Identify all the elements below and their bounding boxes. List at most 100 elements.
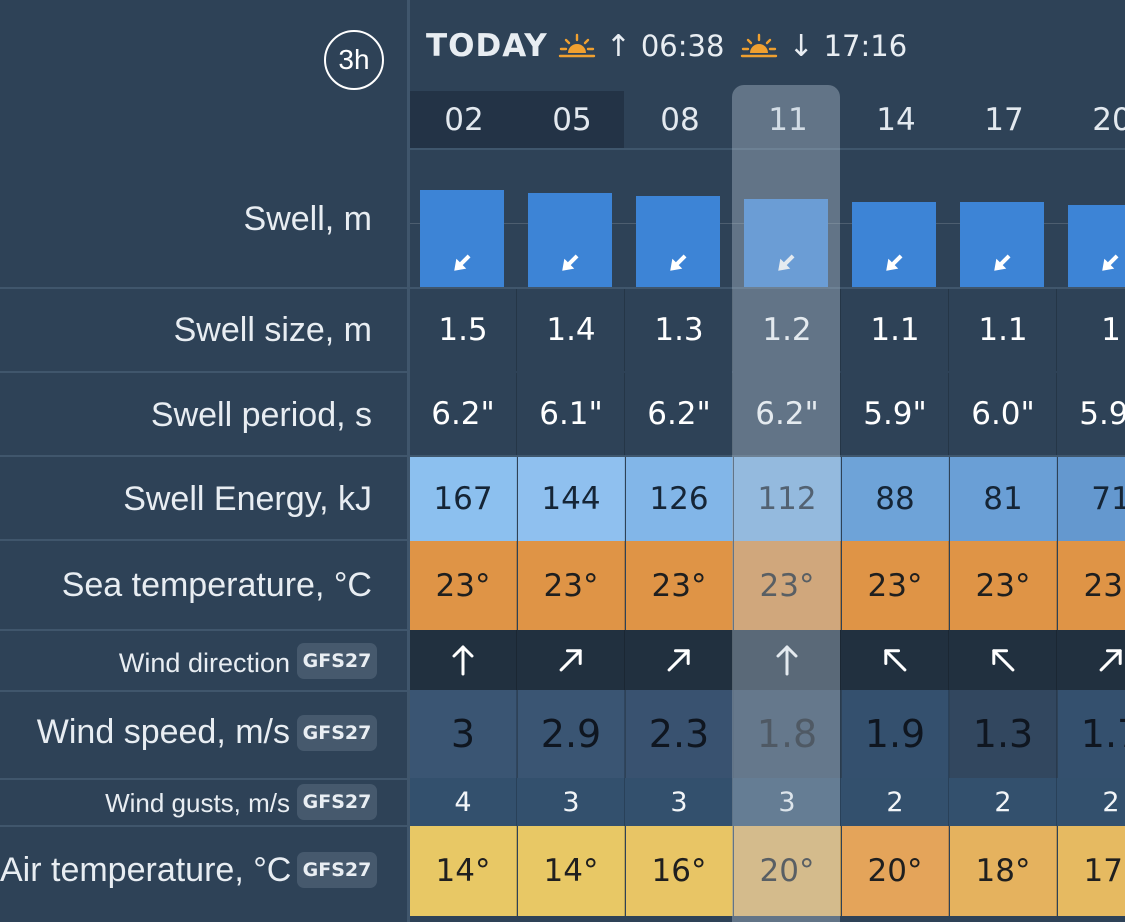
swell-bar bbox=[1068, 205, 1125, 288]
air-temp-cell: 20° bbox=[734, 826, 841, 916]
swell-chart: 1 bbox=[410, 150, 1125, 288]
wind-speed-cell: 3 bbox=[410, 690, 517, 778]
time-step-toggle[interactable]: 3h bbox=[324, 30, 384, 90]
wind-speed-cell: 1.7 bbox=[1058, 690, 1125, 778]
swell-size-cell: 1.2 bbox=[734, 289, 841, 371]
swell-period-cell: 6.2" bbox=[626, 373, 733, 455]
wind-speed-cell: 2.9 bbox=[518, 690, 625, 778]
model-badge-air-temperature[interactable]: GFS27 bbox=[297, 852, 377, 888]
swell-direction-icon bbox=[994, 254, 1011, 271]
swell-period-cell: 6.1" bbox=[518, 373, 625, 455]
swell-bar bbox=[744, 199, 828, 288]
air-temp-cell: 17° bbox=[1058, 826, 1125, 916]
swell-period-cell: 6.2" bbox=[734, 373, 841, 455]
wind-arrow-icon bbox=[776, 645, 798, 676]
label-wind-speed: Wind speed, m/s bbox=[36, 713, 290, 751]
swell-direction-icon bbox=[670, 254, 687, 271]
swell-direction-icon bbox=[454, 254, 471, 271]
swell-bar bbox=[420, 190, 504, 288]
swell-direction-icon bbox=[778, 254, 795, 271]
row-wind-gusts: 4333222 bbox=[410, 778, 1125, 826]
wind-direction-cell bbox=[950, 630, 1057, 690]
swell-bar bbox=[960, 202, 1044, 288]
swell-energy-cell: 88 bbox=[842, 457, 949, 541]
wind-direction-cell bbox=[1058, 630, 1125, 690]
wind-gust-cell: 2 bbox=[950, 778, 1057, 826]
wind-speed-cell: 1.8 bbox=[734, 690, 841, 778]
swell-period-cell: 5.9" bbox=[842, 373, 949, 455]
swell-size-cell: 1.1 bbox=[842, 289, 949, 371]
wind-gust-cell: 3 bbox=[518, 778, 625, 826]
wind-gust-cell: 3 bbox=[734, 778, 841, 826]
sea-temp-cell: 23° bbox=[734, 541, 841, 630]
forecast-table: 3h Swell, m Swell size, m Swell period, … bbox=[0, 0, 1125, 922]
row-wind-speed: 32.92.31.81.91.31.7 bbox=[410, 690, 1125, 778]
label-wind-direction: Wind direction bbox=[118, 648, 290, 678]
label-wind-gusts: Wind gusts, m/s bbox=[105, 788, 290, 818]
row-swell-size: 1.5 1.4 1.3 1.2 1.1 1.1 1 bbox=[410, 289, 1125, 371]
label-swell-energy: Swell Energy, kJ bbox=[123, 480, 372, 518]
row-air-temperature: 14°14°16°20°20°18°17° bbox=[410, 826, 1125, 916]
swell-direction-icon bbox=[1102, 254, 1119, 271]
wind-gust-cell: 3 bbox=[626, 778, 733, 826]
wind-arrow-icon bbox=[1099, 649, 1122, 672]
wind-direction-cell bbox=[842, 630, 949, 690]
swell-size-cell: 1.1 bbox=[950, 289, 1057, 371]
air-temp-cell: 16° bbox=[626, 826, 733, 916]
swell-bar bbox=[528, 193, 612, 288]
swell-size-cell: 1 bbox=[1058, 289, 1125, 371]
row-swell-period: 6.2"6.1"6.2"6.2"5.9"6.0"5.9" bbox=[410, 373, 1125, 455]
swell-energy-cell: 112 bbox=[734, 457, 841, 541]
sea-temp-cell: 23° bbox=[410, 541, 517, 630]
row-wind-direction bbox=[410, 630, 1125, 690]
hour-11[interactable]: 11 bbox=[734, 91, 842, 148]
sea-temp-cell: 23° bbox=[950, 541, 1057, 630]
swell-period-cell: 6.0" bbox=[950, 373, 1057, 455]
swell-energy-cell: 144 bbox=[518, 457, 625, 541]
wind-direction-cell bbox=[410, 630, 517, 690]
hour-20[interactable]: 20 bbox=[1058, 91, 1125, 148]
model-badge-wind-direction[interactable]: GFS27 bbox=[297, 643, 377, 679]
row-sea-temperature: 23°23°23°23°23°23°23° bbox=[410, 541, 1125, 630]
wind-speed-cell: 2.3 bbox=[626, 690, 733, 778]
hour-14[interactable]: 14 bbox=[842, 91, 950, 148]
wind-direction-cell bbox=[518, 630, 625, 690]
air-temp-cell: 18° bbox=[950, 826, 1057, 916]
swell-size-cell: 1.3 bbox=[626, 289, 733, 371]
forecast-grid: 02050811141720 1 1.51.41.31.21.11.11 6.2… bbox=[410, 0, 1125, 922]
swell-direction-icon bbox=[886, 254, 903, 271]
swell-energy-cell: 81 bbox=[950, 457, 1057, 541]
swell-period-cell: 6.2" bbox=[410, 373, 517, 455]
wind-speed-cell: 1.3 bbox=[950, 690, 1057, 778]
hour-08[interactable]: 08 bbox=[626, 91, 734, 148]
swell-energy-cell: 71 bbox=[1058, 457, 1125, 541]
hour-05[interactable]: 05 bbox=[518, 91, 626, 148]
label-sea-temperature: Sea temperature, °C bbox=[61, 566, 372, 604]
swell-size-cell: 1.5 bbox=[410, 289, 517, 371]
wind-arrow-icon bbox=[992, 649, 1015, 672]
wind-direction-cell bbox=[734, 630, 841, 690]
sea-temp-cell: 23° bbox=[518, 541, 625, 630]
label-air-temperature: Air temperature, °C bbox=[0, 851, 292, 889]
wind-arrow-icon bbox=[884, 649, 907, 672]
model-badge-wind-speed[interactable]: GFS27 bbox=[297, 715, 377, 751]
wind-arrow-icon bbox=[667, 649, 690, 672]
label-swell-size: Swell size, m bbox=[173, 311, 372, 349]
air-temp-cell: 20° bbox=[842, 826, 949, 916]
wind-arrow-icon bbox=[559, 649, 582, 672]
swell-energy-cell: 167 bbox=[410, 457, 517, 541]
model-badge-wind-gusts[interactable]: GFS27 bbox=[297, 784, 377, 820]
air-temp-cell: 14° bbox=[518, 826, 625, 916]
sea-temp-cell: 23° bbox=[626, 541, 733, 630]
label-swell-period: Swell period, s bbox=[150, 396, 372, 434]
sea-temp-cell: 23° bbox=[842, 541, 949, 630]
wind-speed-cell: 1.9 bbox=[842, 690, 949, 778]
row-swell-energy: 167 144 126 112 88 81 71 bbox=[410, 457, 1125, 541]
wind-arrow-icon bbox=[452, 645, 474, 676]
hour-02[interactable]: 02 bbox=[410, 91, 518, 148]
hour-17[interactable]: 17 bbox=[950, 91, 1058, 148]
row-labels-panel: 3h Swell, m Swell size, m Swell period, … bbox=[0, 0, 410, 922]
swell-direction-icon bbox=[562, 254, 579, 271]
hour-row: 02 05 08 11 14 17 20 bbox=[410, 91, 1125, 148]
wind-gust-cell: 2 bbox=[842, 778, 949, 826]
